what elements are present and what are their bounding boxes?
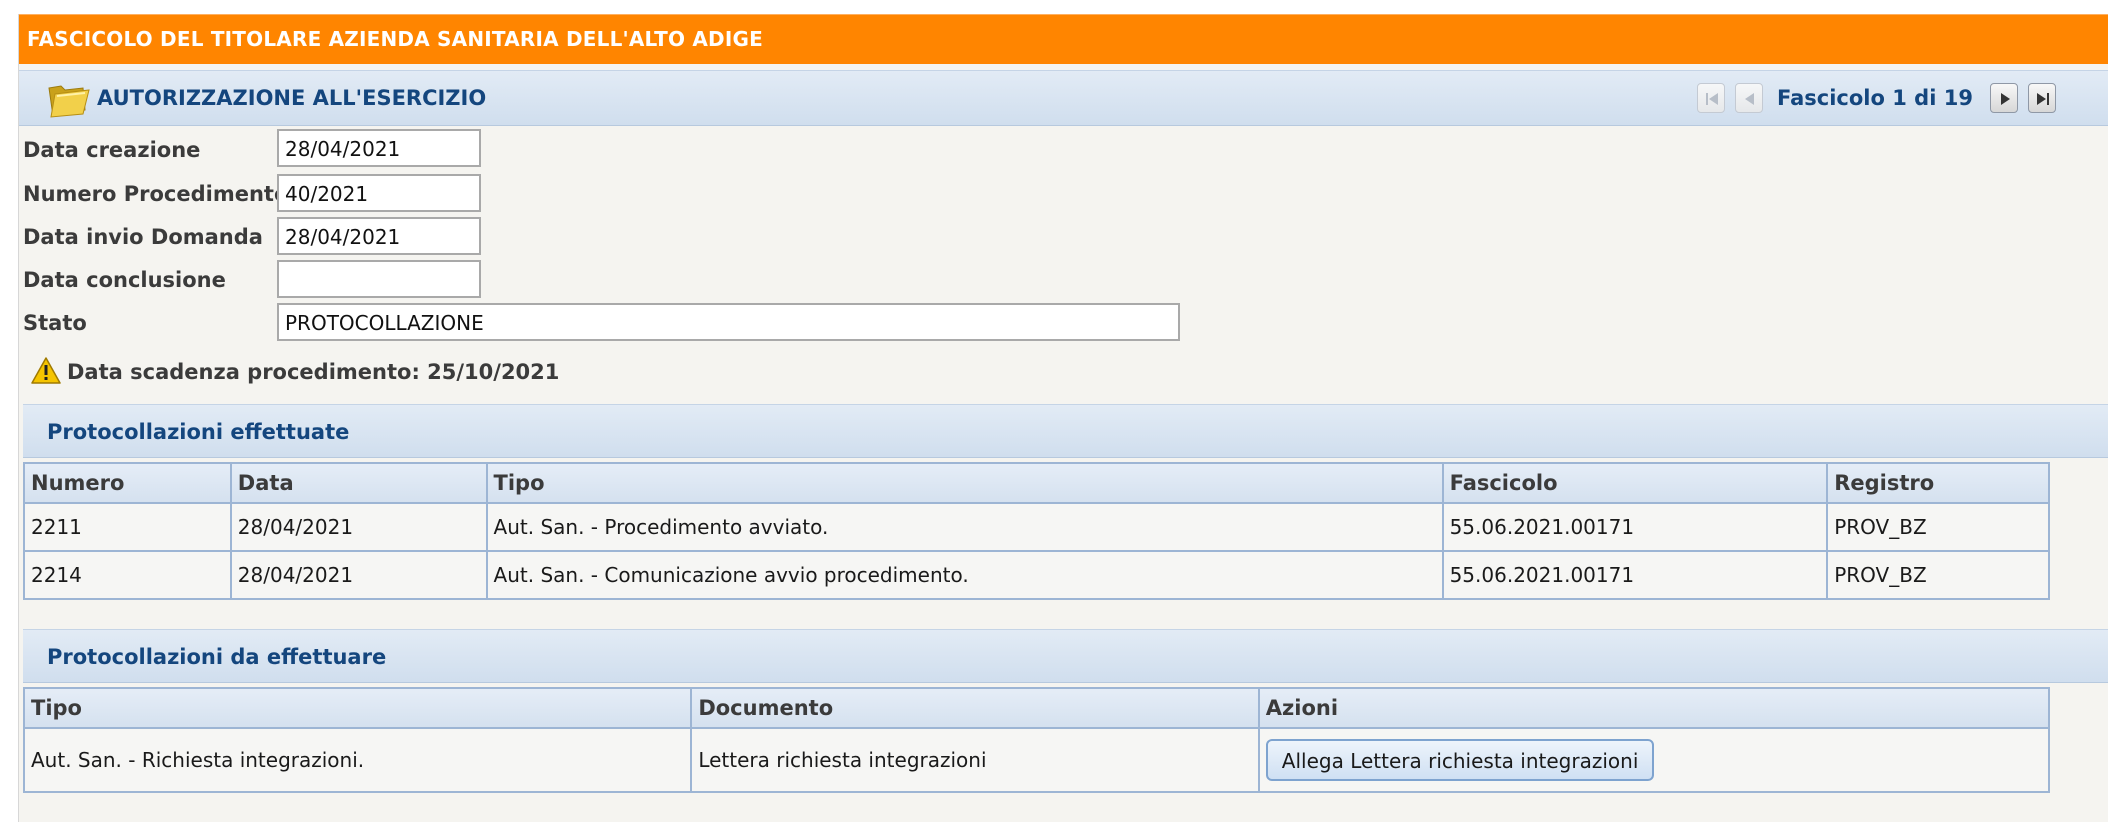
page: FASCICOLO DEL TITOLARE AZIENDA SANITARIA… xyxy=(0,0,2108,822)
done-protocols-title: Protocollazioni effettuate xyxy=(47,420,350,444)
conclusion-date-label: Data conclusione xyxy=(23,268,226,292)
cell-numero: 2214 xyxy=(23,550,232,600)
cell-numero: 2211 xyxy=(23,502,232,552)
column-header-azioni: Azioni xyxy=(1257,687,2051,729)
pending-protocols-table: Tipo Documento Azioni Aut. San. - Richie… xyxy=(22,687,2051,793)
section-title: AUTORIZZAZIONE ALL'ESERCIZIO xyxy=(97,86,487,110)
app-header: FASCICOLO DEL TITOLARE AZIENDA SANITARIA… xyxy=(19,14,2108,64)
next-icon xyxy=(2001,93,2010,105)
previous-button[interactable] xyxy=(1735,83,1763,113)
pager-status: Fascicolo 1 di 19 xyxy=(1777,86,1973,110)
cell-registro: PROV_BZ xyxy=(1826,550,2050,600)
table-header-row: Tipo Documento Azioni xyxy=(22,687,2051,729)
status-label: Stato xyxy=(23,311,87,335)
main-section-header: AUTORIZZAZIONE ALL'ESERCIZIO Fascicolo 1… xyxy=(19,70,2108,126)
warning-icon xyxy=(31,357,61,384)
last-page-icon xyxy=(2037,93,2049,105)
column-header-registro: Registro xyxy=(1826,462,2050,504)
cell-tipo: Aut. San. - Richiesta integrazioni. xyxy=(22,727,693,793)
cell-tipo: Aut. San. - Comunicazione avvio procedim… xyxy=(485,550,1444,600)
procedure-number-field[interactable]: 40/2021 xyxy=(277,174,481,212)
table-header-row: Numero Data Tipo Fascicolo Registro xyxy=(23,462,2050,504)
cell-documento: Lettera richiesta integrazioni xyxy=(690,727,1260,793)
pending-protocols-title: Protocollazioni da effettuare xyxy=(47,645,387,669)
first-page-button[interactable] xyxy=(1697,83,1725,113)
cell-data: 28/04/2021 xyxy=(229,550,488,600)
attach-letter-button[interactable]: Allega Lettera richiesta integrazioni xyxy=(1265,739,1655,781)
cell-fascicolo: 55.06.2021.00171 xyxy=(1441,502,1829,552)
done-protocols-header: Protocollazioni effettuate xyxy=(23,404,2108,458)
column-header-data: Data xyxy=(229,462,488,504)
cell-azioni: Allega Lettera richiesta integrazioni xyxy=(1257,727,2051,793)
table-row: Aut. San. - Richiesta integrazioni. Lett… xyxy=(22,727,2051,793)
first-page-icon xyxy=(1706,93,1718,105)
app-title: FASCICOLO DEL TITOLARE AZIENDA SANITARIA… xyxy=(27,27,763,51)
creation-date-field[interactable]: 28/04/2021 xyxy=(277,129,481,167)
column-header-numero: Numero xyxy=(23,462,232,504)
record-pager: Fascicolo 1 di 19 xyxy=(1689,71,2108,127)
column-header-tipo: Tipo xyxy=(485,462,1444,504)
column-header-documento: Documento xyxy=(690,687,1260,729)
done-protocols-table: Numero Data Tipo Fascicolo Registro 2211… xyxy=(23,462,2050,600)
application-window: FASCICOLO DEL TITOLARE AZIENDA SANITARIA… xyxy=(18,14,2108,822)
table-row: 2214 28/04/2021 Aut. San. - Comunicazion… xyxy=(23,550,2050,600)
conclusion-date-field[interactable] xyxy=(277,260,481,298)
last-page-button[interactable] xyxy=(2028,83,2056,113)
table-row: 2211 28/04/2021 Aut. San. - Procedimento… xyxy=(23,502,2050,552)
submission-date-field[interactable]: 28/04/2021 xyxy=(277,217,481,255)
column-header-fascicolo: Fascicolo xyxy=(1441,462,1829,504)
creation-date-label: Data creazione xyxy=(23,138,201,162)
procedure-number-label: Numero Procedimento xyxy=(23,182,289,206)
status-field[interactable]: PROTOCOLLAZIONE xyxy=(277,303,1180,341)
cell-fascicolo: 55.06.2021.00171 xyxy=(1441,550,1829,600)
cell-data: 28/04/2021 xyxy=(229,502,488,552)
cell-tipo: Aut. San. - Procedimento avviato. xyxy=(485,502,1444,552)
column-header-tipo: Tipo xyxy=(22,687,693,729)
pending-protocols-header: Protocollazioni da effettuare xyxy=(23,629,2108,683)
cell-registro: PROV_BZ xyxy=(1826,502,2050,552)
previous-icon xyxy=(1745,93,1754,105)
deadline-text: Data scadenza procedimento: 25/10/2021 xyxy=(67,360,560,384)
folder-icon xyxy=(48,85,90,118)
submission-date-label: Data invio Domanda xyxy=(23,225,263,249)
next-button[interactable] xyxy=(1990,83,2018,113)
